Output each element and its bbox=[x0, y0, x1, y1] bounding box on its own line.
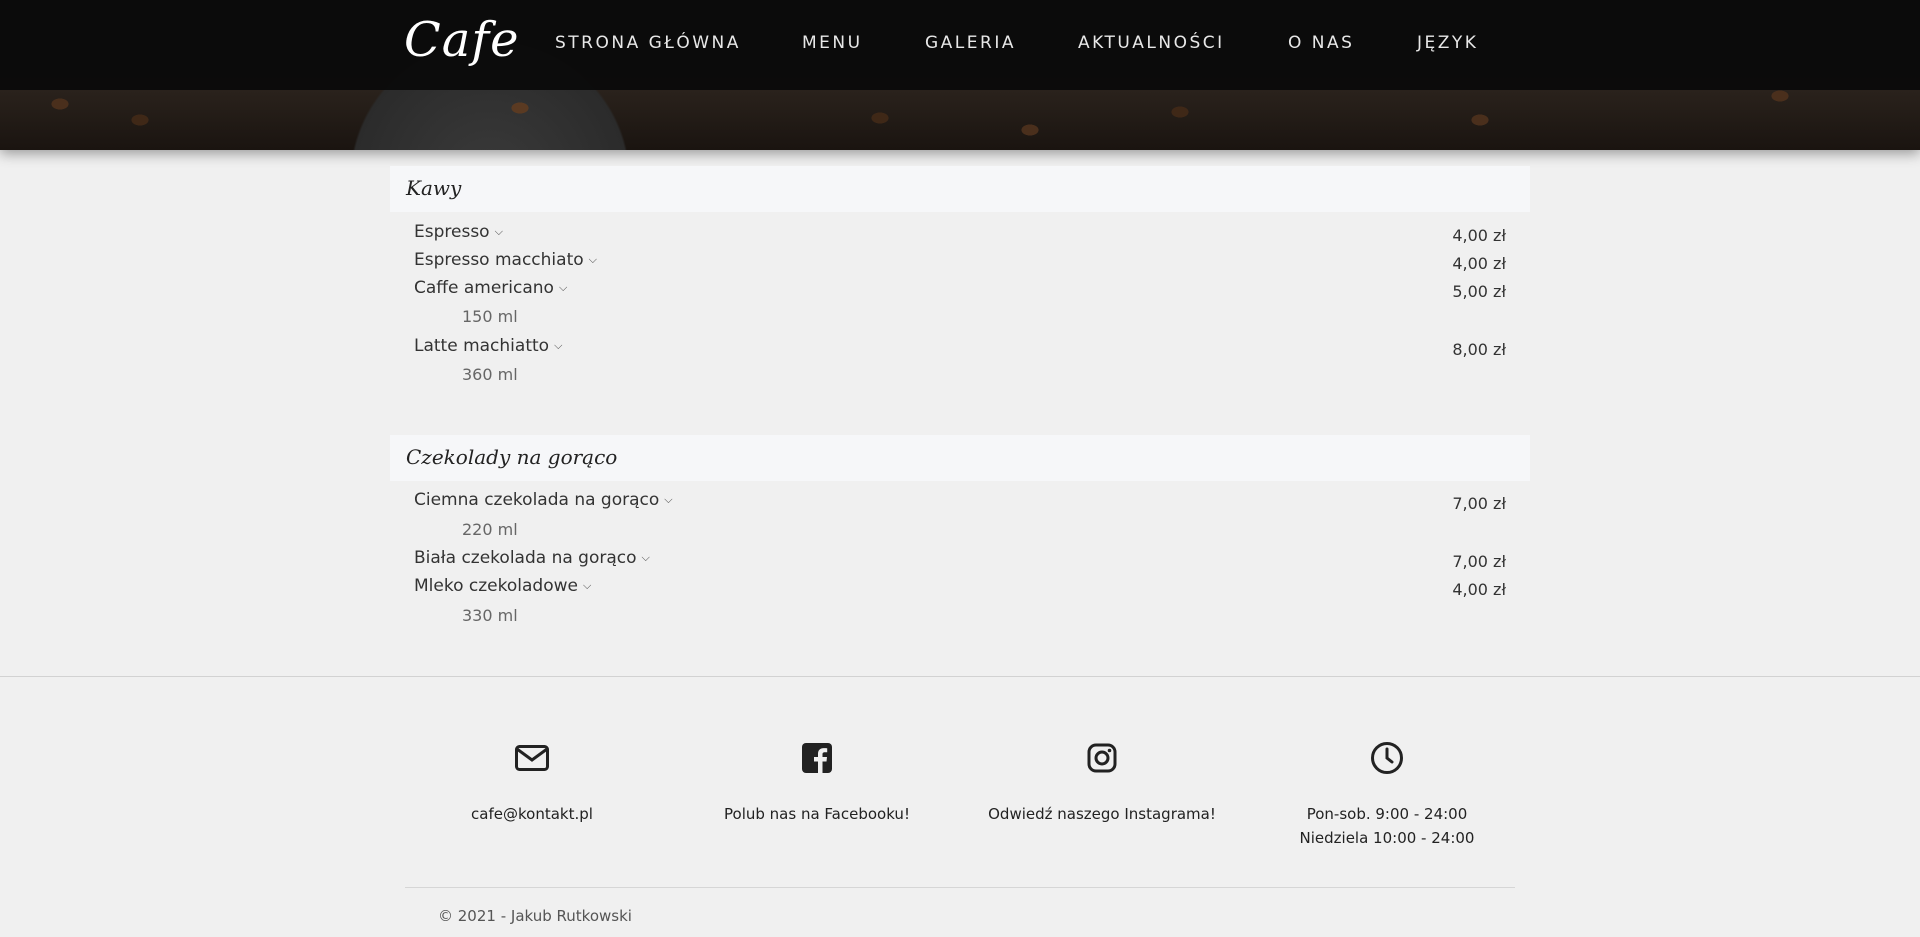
item-name-label: Mleko czekoladowe bbox=[414, 576, 578, 596]
facebook-link[interactable]: Polub nas na Facebooku! bbox=[724, 805, 910, 823]
item-price: 7,00 zł bbox=[1452, 552, 1506, 571]
item-name-label: Latte machiatto bbox=[414, 336, 550, 356]
menu-item-espresso[interactable]: Espresso ⌵ bbox=[414, 222, 503, 242]
footer-instagram: Odwiedź naszego Instagrama! bbox=[982, 738, 1222, 826]
menu-item-latte-machiatto[interactable]: Latte machiatto ⌵ bbox=[414, 336, 562, 356]
footer-hours: Pon-sob. 9:00 - 24:00 Niedziela 10:00 - … bbox=[1267, 738, 1507, 850]
section-title: Czekolady na gorąco bbox=[406, 445, 618, 469]
chevron-down-icon: ⌵ bbox=[554, 339, 563, 352]
item-price: 4,00 zł bbox=[1452, 254, 1506, 273]
navbar: Cafe STRONA GŁÓWNA MENU GALERIA AKTUALNO… bbox=[0, 0, 1920, 90]
item-price: 4,00 zł bbox=[1452, 580, 1506, 599]
section-title: Kawy bbox=[406, 176, 462, 200]
footer-divider bbox=[0, 676, 1920, 677]
email-link[interactable]: cafe@kontakt.pl bbox=[471, 805, 593, 823]
item-name-label: Espresso bbox=[414, 222, 490, 242]
clock-icon bbox=[1267, 738, 1507, 778]
nav-home[interactable]: STRONA GŁÓWNA bbox=[555, 33, 741, 53]
nav-language[interactable]: JĘZYK bbox=[1417, 33, 1478, 53]
logo[interactable]: Cafe bbox=[404, 12, 520, 68]
section-header-hot-chocolate: Czekolady na gorąco bbox=[390, 435, 1530, 481]
chevron-down-icon: ⌵ bbox=[664, 493, 673, 506]
menu-item-espresso-macchiato[interactable]: Espresso macchiato ⌵ bbox=[414, 250, 597, 270]
item-size: 360 ml bbox=[462, 365, 518, 384]
item-name-label: Espresso macchiato bbox=[414, 250, 584, 270]
nav-about[interactable]: O NAS bbox=[1288, 33, 1354, 53]
footer-email: cafe@kontakt.pl bbox=[412, 738, 652, 826]
item-price: 5,00 zł bbox=[1452, 282, 1506, 301]
facebook-icon[interactable] bbox=[697, 738, 937, 778]
item-size: 330 ml bbox=[462, 606, 518, 625]
instagram-link[interactable]: Odwiedź naszego Instagrama! bbox=[988, 805, 1216, 823]
chevron-down-icon: ⌵ bbox=[641, 551, 650, 564]
chevron-down-icon: ⌵ bbox=[558, 281, 568, 294]
chevron-down-icon: ⌵ bbox=[582, 579, 592, 592]
item-price: 7,00 zł bbox=[1452, 494, 1506, 513]
item-name-label: Caffe americano bbox=[414, 278, 554, 298]
envelope-icon[interactable] bbox=[412, 738, 652, 778]
item-name-label: Ciemna czekolada na gorąco bbox=[414, 490, 660, 510]
instagram-icon[interactable] bbox=[982, 738, 1222, 778]
item-size: 150 ml bbox=[462, 307, 518, 326]
item-name-label: Biała czekolada na gorąco bbox=[414, 548, 637, 568]
menu-item-dark-chocolate[interactable]: Ciemna czekolada na gorąco ⌵ bbox=[414, 490, 673, 510]
menu-item-caffe-americano[interactable]: Caffe americano ⌵ bbox=[414, 278, 567, 298]
item-price: 8,00 zł bbox=[1452, 340, 1506, 359]
chevron-down-icon: ⌵ bbox=[588, 253, 597, 266]
footer-facebook: Polub nas na Facebooku! bbox=[697, 738, 937, 826]
menu-item-chocolate-milk[interactable]: Mleko czekoladowe ⌵ bbox=[414, 576, 591, 596]
hours-sunday: Niedziela 10:00 - 24:00 bbox=[1299, 829, 1475, 847]
chevron-down-icon: ⌵ bbox=[494, 225, 503, 238]
copyright: © 2021 - Jakub Rutkowski bbox=[438, 907, 632, 925]
footer-separator bbox=[405, 887, 1515, 888]
section-header-coffee: Kawy bbox=[390, 166, 1530, 212]
item-size: 220 ml bbox=[462, 520, 518, 539]
hours-weekdays: Pon-sob. 9:00 - 24:00 bbox=[1306, 805, 1468, 823]
menu-item-white-chocolate[interactable]: Biała czekolada na gorąco ⌵ bbox=[414, 548, 650, 568]
nav-gallery[interactable]: GALERIA bbox=[925, 33, 1016, 53]
nav-menu[interactable]: MENU bbox=[802, 33, 863, 53]
item-price: 4,00 zł bbox=[1452, 226, 1506, 245]
nav-news[interactable]: AKTUALNOŚCI bbox=[1078, 33, 1225, 53]
